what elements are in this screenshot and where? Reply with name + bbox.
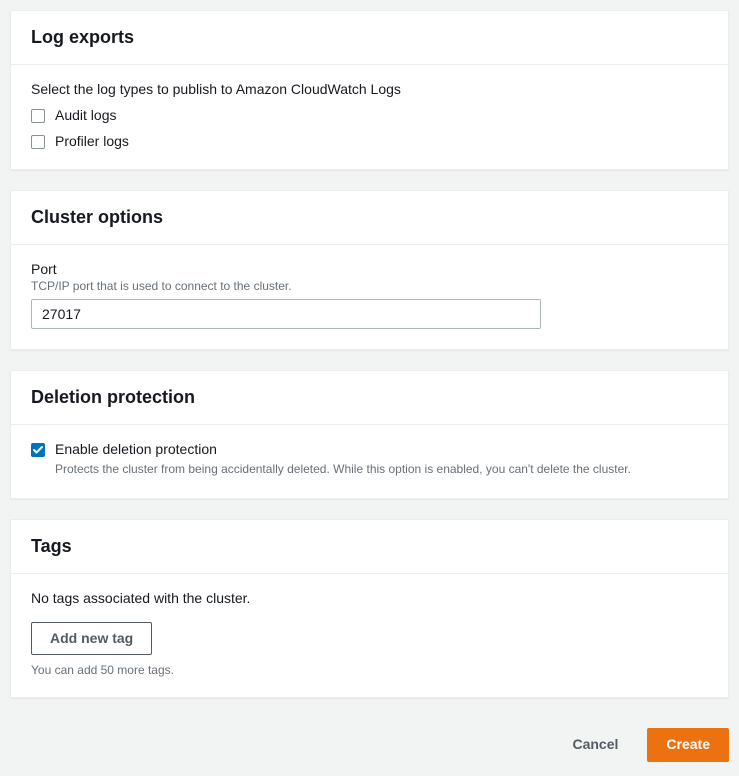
cluster-options-panel: Cluster options Port TCP/IP port that is… [10, 190, 729, 350]
tags-hint: You can add 50 more tags. [31, 663, 708, 677]
panel-header: Deletion protection [11, 371, 728, 425]
log-exports-panel: Log exports Select the log types to publ… [10, 10, 729, 170]
audit-logs-checkbox[interactable] [31, 109, 45, 123]
port-description: TCP/IP port that is used to connect to t… [31, 279, 708, 293]
panel-header: Log exports [11, 11, 728, 65]
enable-deletion-protection-row[interactable]: Enable deletion protection Protects the … [31, 441, 708, 478]
profiler-logs-label: Profiler logs [55, 133, 708, 149]
panel-body: Select the log types to publish to Amazo… [11, 65, 728, 169]
deletion-protection-panel: Deletion protection Enable deletion prot… [10, 370, 729, 499]
tags-title: Tags [31, 536, 708, 557]
tags-empty-text: No tags associated with the cluster. [31, 590, 708, 606]
log-exports-description: Select the log types to publish to Amazo… [31, 81, 708, 97]
profiler-logs-row[interactable]: Profiler logs [31, 133, 708, 149]
check-icon [32, 444, 44, 456]
log-exports-title: Log exports [31, 27, 708, 48]
cancel-button[interactable]: Cancel [553, 728, 637, 762]
audit-logs-row[interactable]: Audit logs [31, 107, 708, 123]
tags-panel: Tags No tags associated with the cluster… [10, 519, 729, 699]
panel-header: Tags [11, 520, 728, 574]
cluster-options-title: Cluster options [31, 207, 708, 228]
port-label: Port [31, 261, 708, 277]
profiler-logs-checkbox[interactable] [31, 135, 45, 149]
panel-body: Enable deletion protection Protects the … [11, 425, 728, 498]
deletion-protection-title: Deletion protection [31, 387, 708, 408]
enable-deletion-protection-description: Protects the cluster from being accident… [55, 461, 708, 478]
footer-actions: Cancel Create [10, 718, 729, 766]
port-input[interactable] [31, 299, 541, 329]
enable-deletion-protection-checkbox[interactable] [31, 443, 45, 457]
panel-header: Cluster options [11, 191, 728, 245]
add-new-tag-button[interactable]: Add new tag [31, 622, 152, 656]
audit-logs-label: Audit logs [55, 107, 708, 123]
panel-body: No tags associated with the cluster. Add… [11, 574, 728, 698]
create-button[interactable]: Create [647, 728, 729, 762]
enable-deletion-protection-label: Enable deletion protection [55, 441, 708, 457]
panel-body: Port TCP/IP port that is used to connect… [11, 245, 728, 349]
